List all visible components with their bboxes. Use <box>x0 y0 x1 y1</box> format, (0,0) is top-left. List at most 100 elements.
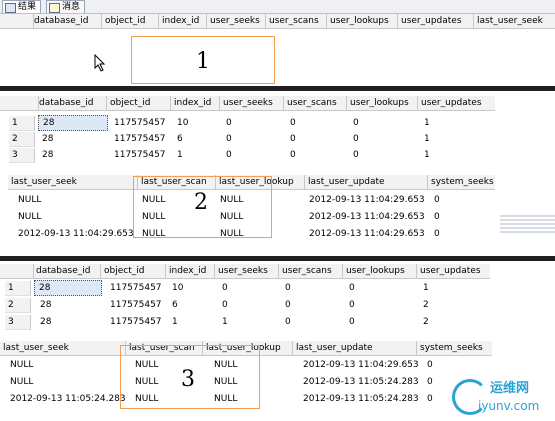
column-header[interactable]: user_updates <box>418 96 495 110</box>
table-cell[interactable]: 2012-09-13 11:05:24.283 <box>299 392 421 406</box>
table-cell[interactable]: 117575457 <box>110 116 172 130</box>
table-cell[interactable]: 1 <box>420 116 464 130</box>
table-cell[interactable]: 0 <box>286 116 330 130</box>
table-cell[interactable]: 2012-09-13 11:04:29.653 <box>305 193 424 207</box>
column-header[interactable]: system_seeks <box>417 341 492 355</box>
table-cell[interactable]: 117575457 <box>110 148 172 162</box>
panel-3-result-grid: database_id object_id index_id user_seek… <box>0 261 555 421</box>
row-number[interactable]: 1 <box>9 116 35 131</box>
column-header[interactable]: user_seeks <box>215 264 279 278</box>
column-header[interactable]: index_id <box>171 96 220 110</box>
column-header[interactable]: database_id <box>33 264 101 278</box>
column-header[interactable]: user_scans <box>284 96 347 110</box>
row-number[interactable]: 3 <box>9 148 35 163</box>
table-cell[interactable]: NULL <box>6 375 128 389</box>
table-cell[interactable]: 0 <box>349 132 393 146</box>
table-cell[interactable]: 1 <box>173 148 217 162</box>
table-cell[interactable]: 0 <box>430 227 464 241</box>
column-header[interactable]: system_seeks <box>428 175 495 189</box>
tab-messages[interactable]: 消息 <box>46 0 86 13</box>
table-cell[interactable]: 0 <box>222 116 266 130</box>
table-cell[interactable]: 1 <box>420 148 464 162</box>
column-header[interactable]: last_user_seek <box>474 14 555 28</box>
table-cell[interactable]: 1 <box>168 315 212 329</box>
row-number[interactable]: 2 <box>5 298 31 313</box>
table-cell[interactable]: 0 <box>286 132 330 146</box>
table-cell[interactable]: 0 <box>423 358 457 372</box>
table-cell[interactable]: 1 <box>218 315 262 329</box>
table-cell-selected[interactable]: 28 <box>34 280 102 296</box>
table-cell[interactable]: 10 <box>173 116 217 130</box>
column-header[interactable]: object_id <box>102 14 159 28</box>
table-cell[interactable]: 117575457 <box>110 132 172 146</box>
table-cell[interactable]: 0 <box>222 132 266 146</box>
table-cell[interactable]: 2012-09-13 11:05:24.283 <box>299 375 421 389</box>
tab-messages-label: 消息 <box>62 2 81 12</box>
table-cell[interactable]: 1 <box>420 132 464 146</box>
table-cell[interactable]: 0 <box>345 281 389 295</box>
column-header[interactable]: user_lookups <box>343 264 417 278</box>
table-cell[interactable]: 2012-09-13 11:04:29.653 <box>305 210 424 224</box>
table-cell[interactable]: 2 <box>419 315 463 329</box>
column-header[interactable]: database_id <box>36 96 107 110</box>
table-cell[interactable]: 6 <box>173 132 217 146</box>
column-header[interactable]: user_seeks <box>207 14 266 28</box>
table-cell[interactable]: 2012-09-13 11:04:29.653 <box>305 227 424 241</box>
table-cell[interactable]: 6 <box>168 298 212 312</box>
table-cell[interactable]: 0 <box>218 281 262 295</box>
column-header[interactable]: database_id <box>31 14 102 28</box>
table-cell[interactable]: 0 <box>281 281 325 295</box>
column-header[interactable]: user_scans <box>266 14 327 28</box>
table-cell[interactable]: 0 <box>218 298 262 312</box>
table-cell[interactable]: 28 <box>36 315 102 329</box>
column-header[interactable]: user_lookups <box>327 14 398 28</box>
table-cell[interactable]: NULL <box>14 210 138 224</box>
table-cell[interactable]: 0 <box>286 148 330 162</box>
table-cell[interactable]: 0 <box>349 116 393 130</box>
panel-2-header-row: database_id object_id index_id user_seek… <box>0 96 495 111</box>
table-cell[interactable]: 10 <box>168 281 212 295</box>
table-cell[interactable]: 0 <box>345 298 389 312</box>
column-header[interactable]: user_updates <box>417 264 490 278</box>
row-number[interactable]: 1 <box>5 281 31 296</box>
table-cell[interactable]: 2 <box>419 298 463 312</box>
column-header[interactable]: last_user_update <box>305 175 428 189</box>
table-cell[interactable]: 0 <box>349 148 393 162</box>
table-cell[interactable]: 1 <box>419 281 463 295</box>
row-number[interactable]: 2 <box>9 132 35 147</box>
table-cell[interactable]: 117575457 <box>106 281 168 295</box>
table-cell[interactable]: 28 <box>38 148 106 162</box>
table-cell[interactable]: 0 <box>222 148 266 162</box>
table-cell[interactable]: 2012-09-13 11:04:29.653 <box>14 227 142 241</box>
column-header[interactable]: last_user_seek <box>8 175 138 189</box>
results-tab-bar: 结果 消息 <box>0 0 555 14</box>
table-cell[interactable]: 28 <box>38 132 106 146</box>
column-header[interactable]: object_id <box>107 96 171 110</box>
row-header-corner <box>0 14 34 28</box>
table-cell[interactable]: NULL <box>6 358 128 372</box>
table-cell[interactable]: 117575457 <box>106 298 168 312</box>
column-header[interactable]: user_scans <box>279 264 343 278</box>
column-header[interactable]: object_id <box>101 264 166 278</box>
table-cell[interactable]: 0 <box>345 315 389 329</box>
table-cell[interactable]: 0 <box>281 315 325 329</box>
table-cell[interactable]: 2012-09-13 11:04:29.653 <box>299 358 421 372</box>
column-header[interactable]: user_lookups <box>347 96 418 110</box>
column-header[interactable]: user_seeks <box>220 96 284 110</box>
table-cell[interactable]: 28 <box>36 298 102 312</box>
background-fragment <box>500 215 555 233</box>
table-cell[interactable]: 0 <box>430 210 464 224</box>
row-number[interactable]: 3 <box>5 315 31 330</box>
column-header[interactable]: index_id <box>159 14 207 28</box>
table-cell[interactable]: 117575457 <box>106 315 168 329</box>
tab-results[interactable]: 结果 <box>2 0 42 13</box>
table-cell[interactable]: 0 <box>430 193 464 207</box>
column-header[interactable]: last_user_update <box>293 341 417 355</box>
table-cell[interactable]: 2012-09-13 11:05:24.283 <box>6 392 134 406</box>
column-header[interactable]: user_updates <box>398 14 474 28</box>
table-cell[interactable]: NULL <box>14 193 138 207</box>
column-header[interactable]: index_id <box>166 264 215 278</box>
table-cell-selected[interactable]: 28 <box>38 115 108 131</box>
column-header[interactable]: last_user_seek <box>0 341 126 355</box>
table-cell[interactable]: 0 <box>281 298 325 312</box>
